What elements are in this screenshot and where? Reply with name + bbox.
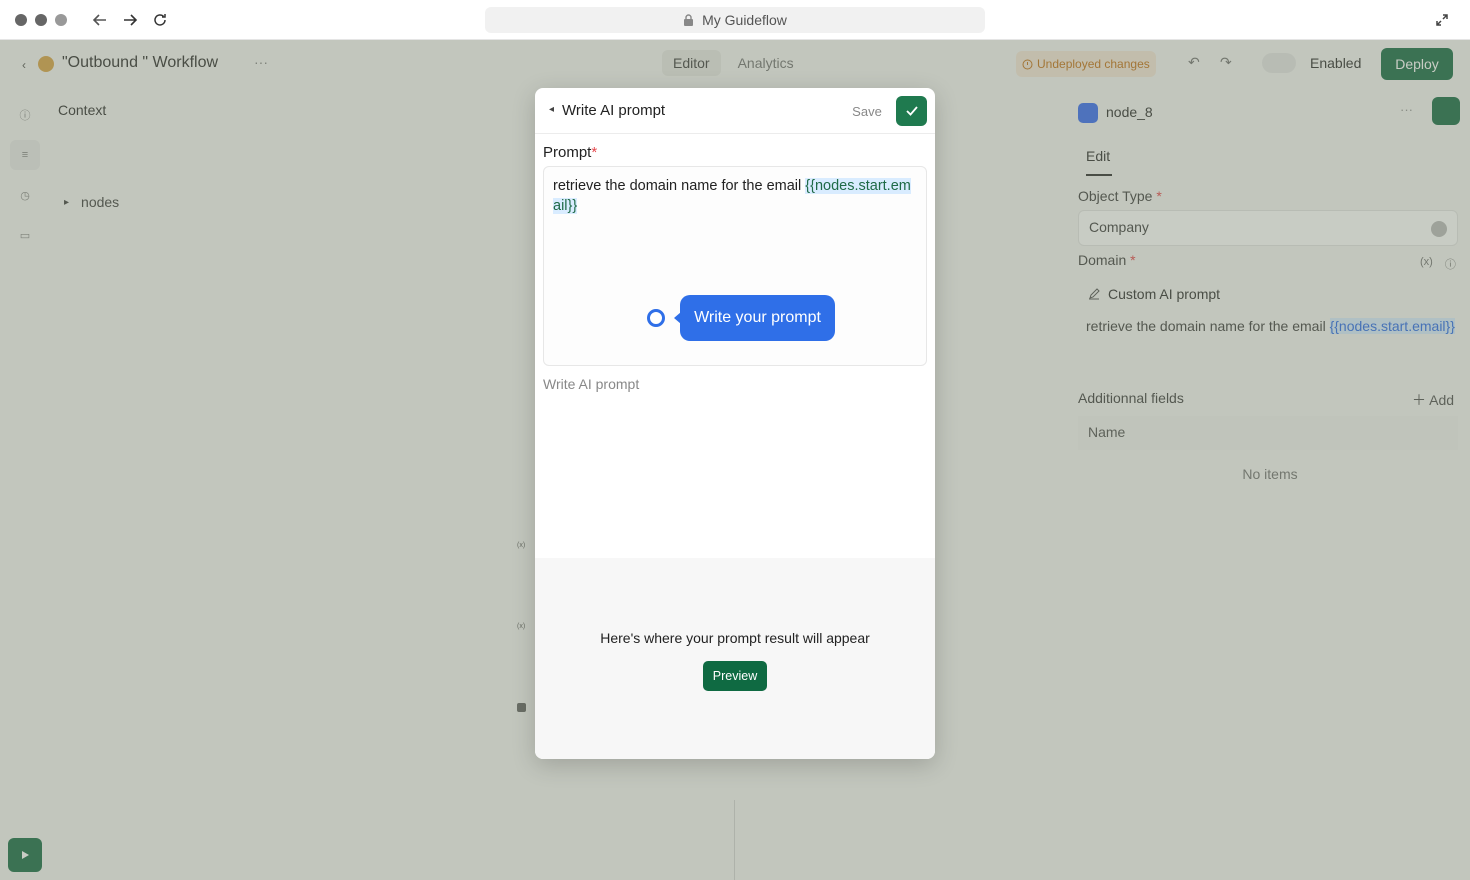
lock-icon	[684, 13, 694, 26]
expand-icon[interactable]	[1432, 10, 1452, 30]
address-title: My Guideflow	[702, 12, 787, 28]
browser-chrome: My Guideflow	[0, 0, 1470, 40]
preview-button[interactable]: Preview	[703, 661, 767, 691]
write-ai-prompt-modal: ◂ Write AI prompt Save Prompt* retrieve …	[535, 88, 935, 759]
check-icon	[905, 106, 918, 116]
confirm-button[interactable]	[896, 96, 927, 126]
prompt-label: Prompt*	[543, 144, 598, 161]
write-ai-prompt-sublabel: Write AI prompt	[543, 376, 640, 392]
save-button[interactable]: Save	[845, 96, 889, 126]
prompt-textarea[interactable]: retrieve the domain name for the email {…	[543, 166, 927, 366]
hint-hotspot[interactable]	[647, 309, 665, 327]
result-placeholder: Here's where your prompt result will app…	[600, 630, 870, 646]
address-bar[interactable]: My Guideflow	[485, 7, 985, 33]
hint-bubble: Write your prompt	[674, 295, 835, 341]
reload-icon[interactable]	[149, 9, 171, 31]
back-arrow-icon[interactable]	[89, 9, 111, 31]
prompt-text: retrieve the domain name for the email {…	[553, 178, 911, 214]
minimize-window-dot[interactable]	[35, 14, 47, 26]
back-caret-icon[interactable]: ◂	[549, 104, 554, 115]
modal-title: Write AI prompt	[562, 102, 666, 119]
maximize-window-dot[interactable]	[55, 14, 67, 26]
modal-header: ◂ Write AI prompt Save	[535, 88, 935, 134]
result-area: Here's where your prompt result will app…	[535, 558, 935, 759]
close-window-dot[interactable]	[15, 14, 27, 26]
forward-arrow-icon[interactable]	[119, 9, 141, 31]
